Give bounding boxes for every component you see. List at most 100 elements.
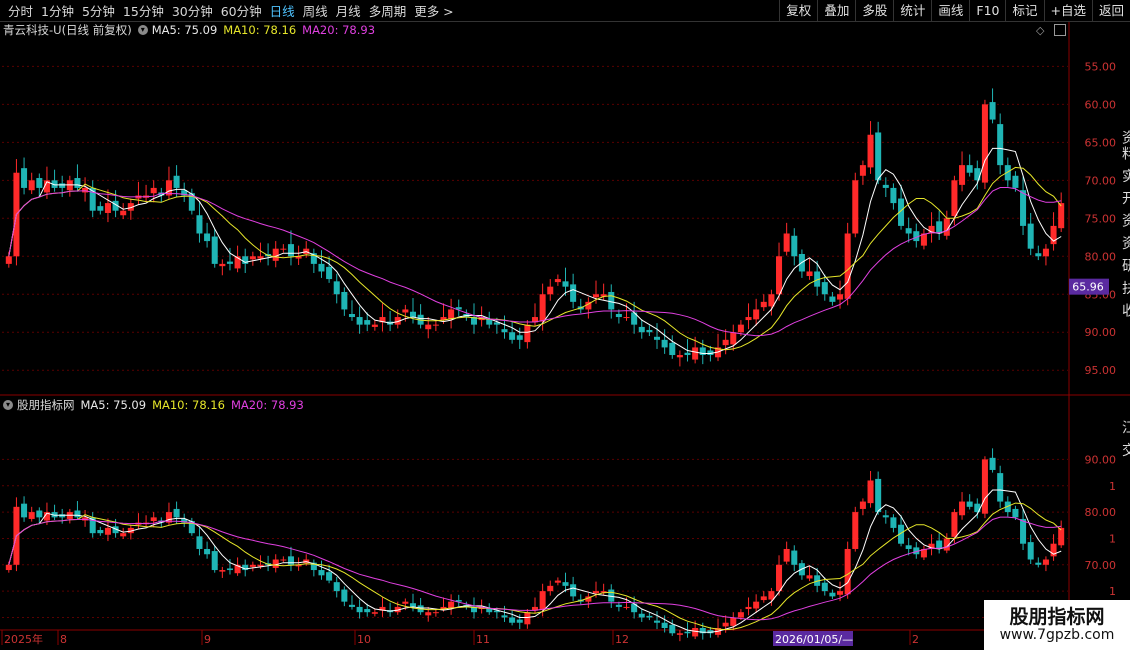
x-tick-label: 8	[60, 633, 67, 646]
y-tick-label: 90.00	[1085, 453, 1117, 466]
sub-candle	[448, 601, 455, 609]
sub-candle	[440, 606, 447, 610]
chevron-down-icon[interactable]: ▾	[137, 25, 148, 35]
sub-candle	[196, 536, 203, 549]
sub-candle	[959, 501, 966, 516]
main-candle	[226, 261, 233, 264]
main-candle	[531, 317, 539, 323]
main-candle	[516, 335, 523, 340]
sub-candle	[21, 503, 28, 518]
x-tick-label: 10	[357, 633, 371, 646]
x-tick-label: 2025年	[4, 632, 43, 646]
main-candle	[470, 317, 478, 325]
y-tick-label: 55.00	[1085, 60, 1117, 73]
sub-candle	[981, 459, 988, 514]
y-tick-label: 75.00	[1085, 212, 1117, 225]
sub-candle	[43, 512, 50, 521]
sub-candle	[570, 584, 577, 597]
side-panel-text: 资料 实 开 资 资 研 扶 收	[1120, 130, 1130, 320]
sub-candle	[97, 530, 104, 534]
toolbar-button[interactable]: 画线	[931, 0, 969, 21]
sub-candle	[867, 480, 874, 504]
sub-candle	[524, 612, 531, 625]
main-candle	[966, 165, 973, 173]
sub-candle	[905, 545, 912, 549]
period-tab[interactable]: 15分钟	[119, 1, 168, 20]
main-candle	[371, 324, 378, 327]
sub-candle	[242, 564, 249, 571]
sub-candle	[463, 604, 470, 607]
main-candle	[631, 312, 638, 325]
sub-candle	[783, 548, 790, 562]
toolbar-button[interactable]: 标记	[1005, 0, 1043, 21]
sub-candle	[127, 527, 134, 534]
sub-candle	[28, 512, 35, 519]
main-candle	[341, 291, 348, 310]
period-tab[interactable]: 分时	[4, 1, 37, 20]
main-candle	[387, 321, 394, 325]
toolbar-button[interactable]: 多股	[855, 0, 893, 21]
period-tab[interactable]: 月线	[332, 1, 365, 20]
sub-candle	[402, 601, 409, 604]
stock-title: 青云科技-U(日线 前复权)	[3, 23, 132, 37]
toolbar-button[interactable]: +自选	[1043, 0, 1092, 21]
main-candle	[478, 317, 485, 321]
period-tab[interactable]: 更多 >	[410, 1, 457, 20]
ma20-line	[8, 516, 1062, 621]
sub-candle	[59, 514, 66, 518]
period-tab[interactable]: 60分钟	[217, 1, 266, 20]
period-tab[interactable]: 1分钟	[37, 1, 78, 20]
main-candle	[951, 180, 958, 217]
sub-candle	[760, 596, 767, 601]
toolbar-button[interactable]: 叠加	[817, 0, 855, 21]
main-candle	[348, 314, 355, 318]
toolbar-button[interactable]: F10	[969, 0, 1005, 21]
period-tab[interactable]: 日线	[266, 1, 299, 20]
toolbar-button[interactable]: 统计	[893, 0, 931, 21]
sub-candle	[341, 589, 348, 602]
main-candle	[463, 314, 470, 318]
y-tick-label: 65.00	[1085, 136, 1117, 149]
sub-candle	[1058, 527, 1065, 546]
sub-candle	[356, 606, 363, 613]
sub-candle	[303, 559, 310, 564]
indicator-title: 股朋指标网	[17, 398, 75, 412]
period-tab[interactable]: 周线	[299, 1, 332, 20]
main-candle	[654, 336, 661, 340]
candlestick-chart[interactable]: 95.00 90.00 85.00 80.00 75.00 70.00 65.00 60.00…	[0, 0, 1130, 650]
y-tick-label: 80.00	[1085, 506, 1117, 519]
window-toggle-icon[interactable]	[1054, 24, 1066, 36]
toolbar-button[interactable]: 复权	[779, 0, 817, 21]
sub-candle	[371, 612, 378, 614]
main-candle	[89, 187, 96, 211]
sub-candle	[669, 624, 676, 634]
main-candle	[920, 233, 927, 246]
main-candle	[36, 178, 43, 188]
main-candle	[158, 192, 165, 196]
ma10-line	[8, 502, 1062, 631]
main-candle	[326, 266, 333, 280]
main-candle	[936, 221, 943, 234]
sub-candle	[387, 610, 394, 613]
watermark-url: www.7gpzb.com	[999, 627, 1115, 643]
period-tab[interactable]: 多周期	[365, 1, 411, 20]
sub-candle	[150, 517, 157, 522]
main-candle	[219, 263, 226, 267]
sub-candle	[684, 631, 691, 634]
sub-candle	[715, 628, 722, 635]
period-tab[interactable]: 5分钟	[78, 1, 119, 20]
sub-candle	[1012, 508, 1019, 518]
sub-candle	[943, 538, 950, 551]
main-candle	[204, 233, 211, 242]
period-tab[interactable]: 30分钟	[168, 1, 217, 20]
toolbar-button[interactable]: 返回	[1091, 0, 1130, 21]
main-candle	[859, 165, 866, 176]
main-candle	[692, 347, 699, 360]
main-candle	[730, 332, 737, 345]
main-candle	[783, 233, 790, 252]
x-tick-label: 2026/01/05/—	[775, 633, 853, 646]
chevron-down-icon[interactable]: ▾	[3, 400, 13, 410]
diamond-icon[interactable]: ◇	[1036, 24, 1044, 37]
main-candle	[981, 104, 988, 183]
sub-candle	[287, 556, 294, 565]
